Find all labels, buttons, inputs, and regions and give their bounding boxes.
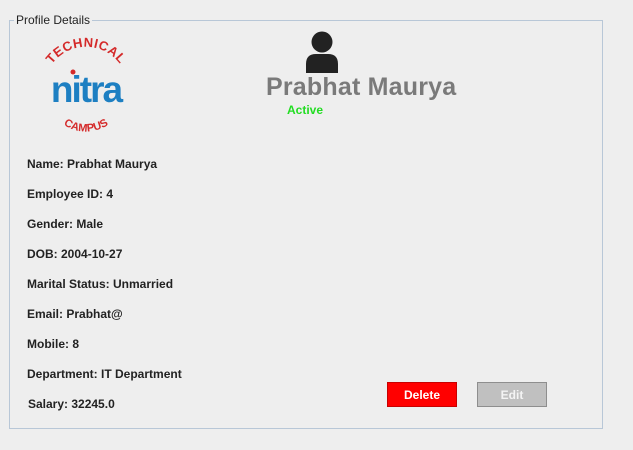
detail-department: Department: IT Department [27,367,182,381]
user-avatar-icon [306,31,338,73]
detail-salary: Salary: 32245.0 [28,397,115,411]
profile-window: Profile Details TECHNICAL nitra CAMPUS P… [0,0,633,450]
logo-brand-text: nitra [51,69,124,110]
panel-title: Profile Details [14,13,93,27]
detail-name: Name: Prabhat Maurya [27,157,158,171]
profile-name-heading: Prabhat Maurya [266,73,457,101]
company-logo: TECHNICAL nitra CAMPUS [43,36,130,135]
edit-button[interactable]: Edit [477,382,547,407]
detail-dob: DOB: 2004-10-27 [27,247,123,261]
logo-bottom-text: CAMPUS [62,117,110,135]
delete-button[interactable]: Delete [387,382,457,407]
detail-employee-id: Employee ID: 4 [27,187,114,201]
detail-gender: Gender: Male [27,217,104,231]
logo-top-text: TECHNICAL [43,36,130,66]
logo-dot [70,69,76,75]
status-badge: Active [287,103,324,117]
detail-email: Email: Prabhat@ [27,307,123,321]
detail-mobile: Mobile: 8 [27,337,80,351]
detail-marital-status: Marital Status: Unmarried [27,277,174,291]
